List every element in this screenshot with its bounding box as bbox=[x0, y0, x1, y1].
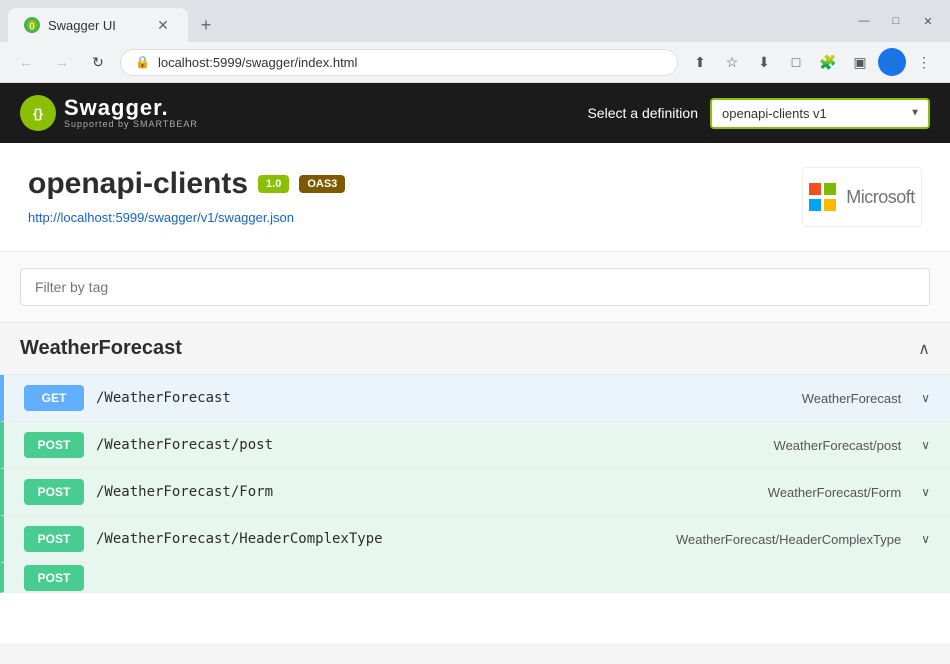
swagger-title: openapi-clients bbox=[28, 167, 248, 201]
window-controls: — □ ✕ bbox=[850, 12, 942, 38]
expand-icon: ∨ bbox=[921, 438, 930, 452]
toolbar-icons: ⬆ ☆ ⬇ □ 🧩 ▣ 👤 ⋮ bbox=[686, 48, 938, 76]
version-badge: 1.0 bbox=[258, 175, 289, 193]
endpoint-row[interactable]: GET /WeatherForecast WeatherForecast ∨ bbox=[0, 375, 950, 422]
filter-section bbox=[0, 252, 950, 322]
method-badge-post: POST bbox=[24, 526, 84, 552]
swagger-header: {} Swagger. Supported by SMARTBEAR Selec… bbox=[0, 83, 950, 143]
maximize-btn[interactable]: □ bbox=[882, 12, 910, 30]
swagger-main: openapi-clients 1.0 OAS3 http://localhos… bbox=[0, 143, 950, 643]
address-bar-row: ← → ↻ 🔒 localhost:5999/swagger/index.htm… bbox=[0, 42, 950, 82]
endpoint-path: /WeatherForecast bbox=[96, 390, 790, 406]
endpoint-row[interactable]: POST /WeatherForecast/Form WeatherForeca… bbox=[0, 469, 950, 516]
collapse-icon: ∧ bbox=[918, 339, 930, 359]
tab-bar: {} Swagger UI ✕ + — □ ✕ bbox=[0, 0, 950, 42]
profile-icon[interactable]: 👤 bbox=[878, 48, 906, 76]
swagger-logo: {} Swagger. Supported by SMARTBEAR bbox=[20, 95, 198, 131]
swagger-title-row: openapi-clients 1.0 OAS3 bbox=[28, 167, 802, 201]
sidebar-icon[interactable]: ▣ bbox=[846, 48, 874, 76]
endpoint-path: /WeatherForecast/HeaderComplexType bbox=[96, 531, 664, 547]
svg-text:{}: {} bbox=[29, 23, 35, 30]
back-btn[interactable]: ← bbox=[12, 48, 40, 76]
endpoint-summary: WeatherForecast/post bbox=[774, 438, 902, 453]
swagger-logo-text: Swagger. Supported by SMARTBEAR bbox=[64, 97, 198, 129]
endpoint-path: /WeatherForecast/post bbox=[96, 437, 762, 453]
svg-text:{}: {} bbox=[33, 106, 43, 121]
active-tab[interactable]: {} Swagger UI ✕ bbox=[8, 8, 188, 42]
download-icon[interactable]: ⬇ bbox=[750, 48, 778, 76]
endpoint-summary: WeatherForecast bbox=[802, 391, 901, 406]
endpoint-row-partial[interactable]: POST bbox=[0, 563, 950, 593]
ms-square-red bbox=[809, 183, 821, 195]
ms-square-green bbox=[824, 183, 836, 195]
address-text: localhost:5999/swagger/index.html bbox=[158, 55, 663, 70]
section-title: WeatherForecast bbox=[20, 337, 918, 360]
browser-chrome: {} Swagger UI ✕ + — □ ✕ ← → ↻ 🔒 localhos… bbox=[0, 0, 950, 83]
endpoint-path: /WeatherForecast/Form bbox=[96, 484, 756, 500]
method-badge-post: POST bbox=[24, 479, 84, 505]
swagger-logo-icon: {} bbox=[20, 95, 56, 131]
swagger-logo-sub: Supported by SMARTBEAR bbox=[64, 119, 198, 129]
swagger-json-link[interactable]: http://localhost:5999/swagger/v1/swagger… bbox=[28, 210, 294, 225]
endpoint-row[interactable]: POST /WeatherForecast/post WeatherForeca… bbox=[0, 422, 950, 469]
expand-icon: ∨ bbox=[921, 391, 930, 405]
extensions-icon[interactable]: 🧩 bbox=[814, 48, 842, 76]
swagger-info-left: openapi-clients 1.0 OAS3 http://localhos… bbox=[28, 167, 802, 227]
minimize-btn[interactable]: — bbox=[850, 12, 878, 30]
method-badge-post: POST bbox=[24, 565, 84, 591]
swagger-info: openapi-clients 1.0 OAS3 http://localhos… bbox=[0, 143, 950, 252]
screen-capture-icon[interactable]: □ bbox=[782, 48, 810, 76]
close-btn[interactable]: ✕ bbox=[914, 12, 942, 30]
section-header-weatherforecast[interactable]: WeatherForecast ∧ bbox=[0, 322, 950, 375]
swagger-logo-main: Swagger. bbox=[64, 97, 198, 119]
microsoft-logo: Microsoft bbox=[802, 167, 922, 227]
method-badge-post: POST bbox=[24, 432, 84, 458]
endpoint-row[interactable]: POST /WeatherForecast/HeaderComplexType … bbox=[0, 516, 950, 563]
tab-favicon: {} bbox=[24, 17, 40, 33]
refresh-btn[interactable]: ↻ bbox=[84, 48, 112, 76]
expand-icon: ∨ bbox=[921, 485, 930, 499]
definition-select[interactable]: openapi-clients v1 bbox=[710, 98, 930, 129]
oas-badge: OAS3 bbox=[299, 175, 345, 193]
forward-btn[interactable]: → bbox=[48, 48, 76, 76]
ms-square-yellow bbox=[824, 199, 836, 211]
endpoint-summary: WeatherForecast/Form bbox=[768, 485, 901, 500]
menu-icon[interactable]: ⋮ bbox=[910, 48, 938, 76]
bookmark-icon[interactable]: ☆ bbox=[718, 48, 746, 76]
tab-close-btn[interactable]: ✕ bbox=[154, 16, 172, 34]
share-icon[interactable]: ⬆ bbox=[686, 48, 714, 76]
endpoint-summary: WeatherForecast/HeaderComplexType bbox=[676, 532, 901, 547]
ms-square-blue bbox=[809, 199, 821, 211]
definition-label: Select a definition bbox=[587, 105, 698, 121]
address-bar[interactable]: 🔒 localhost:5999/swagger/index.html bbox=[120, 49, 678, 76]
ms-squares bbox=[809, 183, 836, 211]
api-section: WeatherForecast ∧ GET /WeatherForecast W… bbox=[0, 322, 950, 593]
new-tab-btn[interactable]: + bbox=[192, 11, 220, 39]
definition-select-wrapper: openapi-clients v1 bbox=[710, 98, 930, 129]
ms-text: Microsoft bbox=[846, 187, 915, 208]
filter-input[interactable] bbox=[20, 268, 930, 306]
lock-icon: 🔒 bbox=[135, 55, 150, 69]
tab-title: Swagger UI bbox=[48, 18, 116, 33]
expand-icon: ∨ bbox=[921, 532, 930, 546]
method-badge-get: GET bbox=[24, 385, 84, 411]
